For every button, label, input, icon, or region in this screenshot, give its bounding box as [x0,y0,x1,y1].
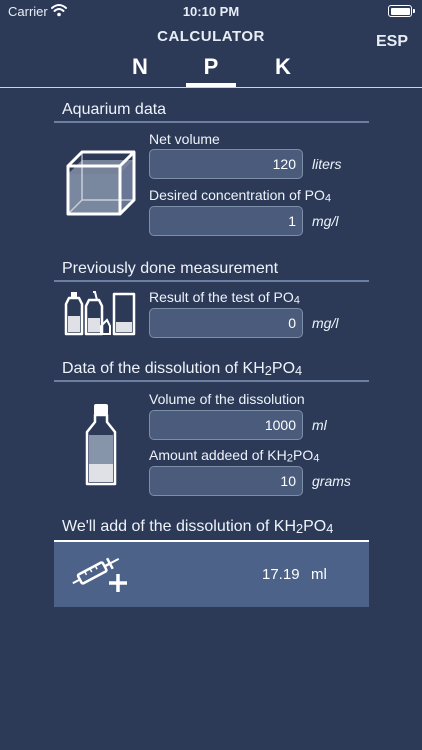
desired-concentration-unit: mg/l [312,213,339,229]
dissolution-section-divider [54,380,369,382]
net-volume-label: Net volume [149,131,220,147]
bottle-icon [85,404,117,486]
net-volume-input[interactable] [149,149,303,179]
clock: 10:10 PM [182,4,240,19]
result-section-title: We'll add of the dissolution of KH2PO4 [62,518,334,536]
aquarium-section-divider [54,121,369,123]
battery-icon [388,5,415,17]
tab-p[interactable]: P [181,54,241,80]
measurement-section-divider [54,280,369,282]
aquarium-cube-icon [66,150,136,216]
result-value: 17.19 [262,566,300,583]
amount-added-input[interactable] [149,466,303,496]
dissolution-volume-unit: ml [312,417,327,433]
nutrient-tabs: N P K [0,54,422,86]
tab-n[interactable]: N [110,54,170,80]
desired-concentration-label: Desired concentration of PO4 [149,187,332,205]
aquarium-section-title: Aquarium data [62,101,167,118]
test-result-input[interactable] [149,308,303,338]
dissolution-section-title: Data of the dissolution of KH2PO4 [62,360,303,378]
page-title: CALCULATOR [157,28,265,45]
language-button[interactable]: ESP [376,33,408,51]
net-volume-unit: liters [312,156,342,172]
tabs-divider [0,87,422,88]
dissolution-volume-label: Volume of the dissolution [149,391,305,407]
tab-k[interactable]: K [253,54,313,80]
syringe-add-icon [72,557,127,592]
amount-added-unit: grams [312,473,351,489]
status-bar: Carrier 10:10 PM [0,0,422,24]
result-unit: ml [311,566,327,583]
amount-added-label: Amount addeed of KH2PO4 [149,447,320,465]
desired-concentration-input[interactable] [149,206,303,236]
test-result-label: Result of the test of PO4 [149,289,300,307]
measurement-section-title: Previously done measurement [62,260,279,277]
test-result-unit: mg/l [312,315,339,331]
dissolution-volume-input[interactable] [149,410,303,440]
test-kit-icon [64,291,136,336]
